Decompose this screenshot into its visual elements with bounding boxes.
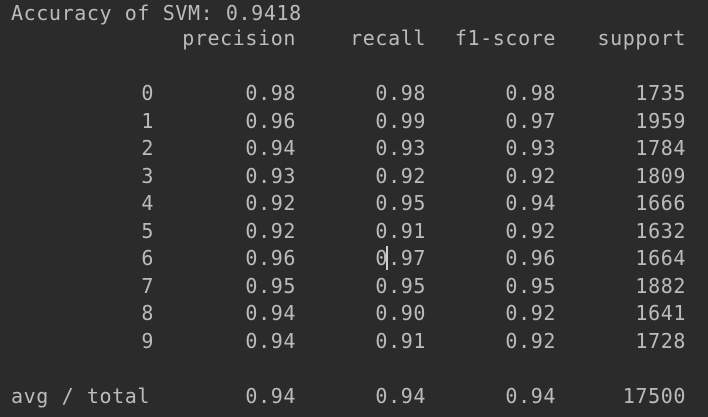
row-label: 6 [141, 246, 154, 270]
row-label: 9 [141, 328, 154, 353]
row-label: 8 [141, 301, 154, 325]
row-precision: 0.94 [245, 301, 296, 325]
row-label: 0 [141, 81, 154, 105]
row-precision: 0.96 [245, 246, 296, 270]
header-support: support [597, 26, 686, 50]
row-recall: 0.99 [375, 108, 426, 133]
row-recall: 0.93 [375, 136, 426, 160]
row-recall: 0.92 [375, 163, 426, 188]
row-recall: 0.91 [375, 218, 426, 243]
total-label: avg / total [11, 384, 151, 408]
row-label: 5 [141, 218, 154, 243]
row-label: 1 [141, 108, 154, 133]
row-label: 3 [141, 163, 154, 188]
total-precision: 0.94 [245, 384, 296, 408]
row-precision: 0.92 [245, 218, 296, 243]
row-f1-score: 0.92 [505, 328, 556, 353]
header-recall: recall [350, 26, 426, 50]
row-f1-score: 0.98 [505, 81, 556, 105]
total-f1-score: 0.94 [505, 384, 556, 408]
row-support: 1664 [635, 246, 686, 270]
row-precision: 0.93 [245, 163, 296, 188]
row-recall: 0.98 [375, 81, 426, 105]
row-support: 1959 [635, 108, 686, 133]
row-label: 7 [141, 273, 154, 298]
row-f1-score: 0.93 [505, 136, 556, 160]
row-recall: 0.90 [375, 301, 426, 325]
row-f1-score: 0.95 [505, 273, 556, 298]
total-support: 17500 [622, 384, 686, 408]
row-support: 1641 [635, 301, 686, 325]
text-cursor [386, 246, 388, 270]
row-support: 1882 [635, 273, 686, 298]
row-precision: 0.98 [245, 81, 296, 105]
row-label: 4 [141, 191, 154, 215]
row-f1-score: 0.92 [505, 218, 556, 243]
row-f1-score: 0.92 [505, 163, 556, 188]
row-label: 2 [141, 136, 154, 160]
row-support: 1735 [635, 81, 686, 105]
row-recall: 0.95 [375, 273, 426, 298]
row-support: 1809 [635, 163, 686, 188]
row-support: 1728 [635, 328, 686, 353]
row-f1-score: 0.97 [505, 108, 556, 133]
row-recall: 0.95 [375, 191, 426, 215]
header-precision: precision [182, 26, 296, 50]
total-recall: 0.94 [375, 384, 426, 408]
header-f1-score: f1-score [454, 26, 556, 50]
row-precision: 0.92 [245, 191, 296, 215]
row-recall: 0.97 [375, 246, 426, 270]
row-f1-score: 0.92 [505, 301, 556, 325]
row-recall: 0.91 [375, 328, 426, 353]
row-precision: 0.94 [245, 328, 296, 353]
row-support: 1784 [635, 136, 686, 160]
row-precision: 0.95 [245, 273, 296, 298]
row-f1-score: 0.96 [505, 246, 556, 270]
row-support: 1632 [635, 218, 686, 243]
row-precision: 0.96 [245, 108, 296, 133]
row-support: 1666 [635, 191, 686, 215]
row-precision: 0.94 [245, 136, 296, 160]
accuracy-line: Accuracy of SVM: 0.9418 [11, 1, 302, 25]
row-f1-score: 0.94 [505, 191, 556, 215]
